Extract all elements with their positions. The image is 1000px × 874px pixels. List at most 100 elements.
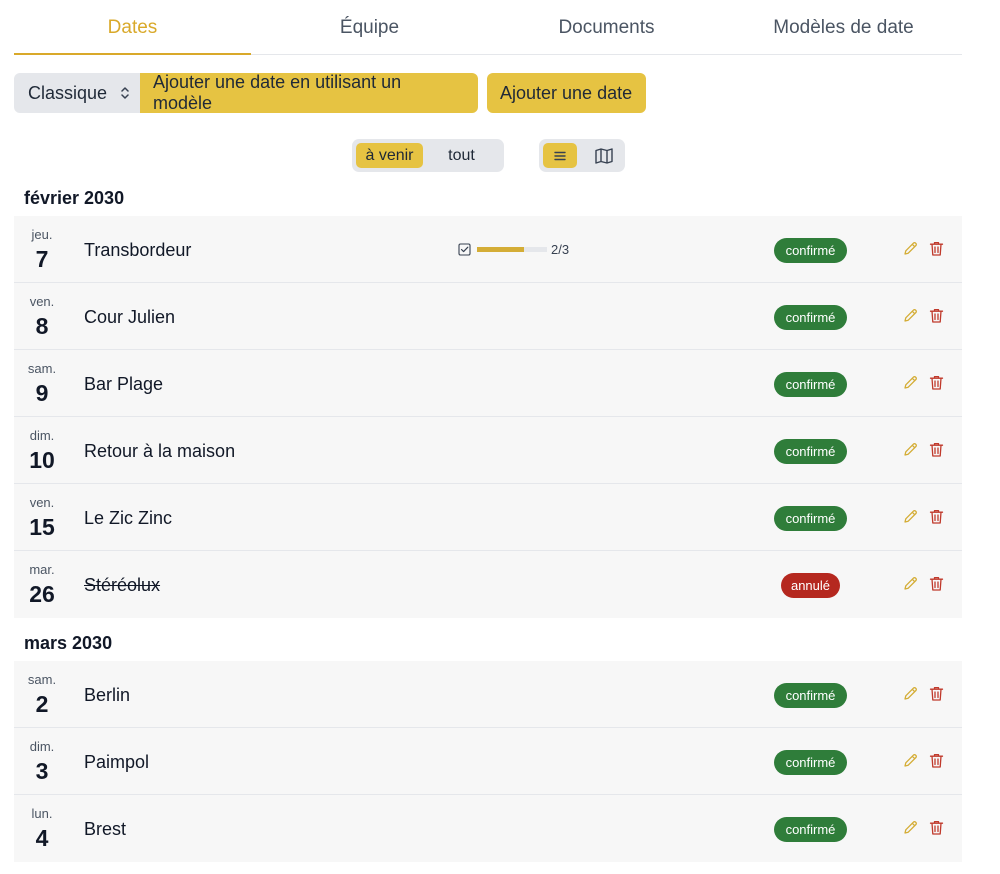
status-badge: annulé <box>781 573 840 598</box>
tab-bar: Dates Équipe Documents Modèles de date <box>14 0 962 55</box>
weekday-label: jeu. <box>31 227 53 242</box>
pencil-icon <box>904 577 917 590</box>
status-badge: confirmé <box>774 683 847 708</box>
date-row[interactable]: lun. 4 Brest confirmé <box>14 795 962 862</box>
date-row[interactable]: dim. 3 Paimpol confirmé <box>14 728 962 795</box>
weekday-label: lun. <box>31 806 53 821</box>
weekday-label: ven. <box>29 294 55 309</box>
month-heading: février 2030 <box>24 188 125 208</box>
status-badge: confirmé <box>774 506 847 531</box>
month-heading: mars 2030 <box>24 633 113 653</box>
edit-button[interactable] <box>902 307 919 324</box>
pencil-icon <box>904 821 917 834</box>
tab-team[interactable]: Équipe <box>251 0 488 54</box>
edit-button[interactable] <box>902 752 919 769</box>
venue-name: Berlin <box>84 685 131 705</box>
trash-icon <box>929 576 944 591</box>
list-icon <box>554 151 566 160</box>
trash-icon <box>929 686 944 701</box>
date-list: sam. 2 Berlin confirmé dim. 3 Paimpol confirmé l… <box>14 661 962 862</box>
delete-button[interactable] <box>928 752 945 769</box>
day-number: 9 <box>35 380 49 406</box>
venue-name: Le Zic Zinc <box>84 508 173 528</box>
weekday-label: mar. <box>29 562 55 577</box>
trash-icon <box>929 509 944 524</box>
delete-button[interactable] <box>928 307 945 324</box>
pencil-icon <box>904 510 917 523</box>
list-view-button[interactable] <box>543 143 577 168</box>
date-row[interactable]: dim. 10 Retour à la maison confirmé <box>14 417 962 484</box>
tab-dates[interactable]: Dates <box>14 0 251 55</box>
edit-button[interactable] <box>902 240 919 257</box>
pencil-icon <box>904 754 917 767</box>
date-row[interactable]: sam. 2 Berlin confirmé <box>14 661 962 728</box>
checklist-icon <box>458 242 471 256</box>
pencil-icon <box>904 687 917 700</box>
edit-button[interactable] <box>902 441 919 458</box>
day-number: 3 <box>35 758 49 784</box>
edit-button[interactable] <box>902 575 919 592</box>
status-badge: confirmé <box>774 372 847 397</box>
add-date-button[interactable]: Ajouter une date <box>487 73 646 113</box>
delete-button[interactable] <box>928 374 945 391</box>
day-number: 26 <box>29 581 55 607</box>
trash-icon <box>929 241 944 256</box>
day-number: 10 <box>29 447 55 473</box>
venue-name: Bar Plage <box>84 374 164 394</box>
date-row[interactable]: ven. 8 Cour Julien confirmé <box>14 283 962 350</box>
template-select[interactable]: Classique <box>14 73 140 113</box>
tab-documents[interactable]: Documents <box>488 0 725 54</box>
trash-icon <box>929 820 944 835</box>
delete-button[interactable] <box>928 240 945 257</box>
date-list: jeu. 7 Transbordeur 2/3 confirmé ven. 8 Cour Ju… <box>14 216 962 618</box>
venue-name: Brest <box>84 819 127 839</box>
edit-button[interactable] <box>902 685 919 702</box>
status-badge: confirmé <box>774 817 847 842</box>
pencil-icon <box>904 376 917 389</box>
venue-name: Cour Julien <box>84 307 176 327</box>
trash-icon <box>929 308 944 323</box>
status-badge: confirmé <box>774 439 847 464</box>
pencil-icon <box>904 309 917 322</box>
edit-button[interactable] <box>902 508 919 525</box>
venue-name: Paimpol <box>84 752 150 772</box>
date-row[interactable]: jeu. 7 Transbordeur 2/3 confirmé <box>14 216 962 283</box>
tab-date-templates[interactable]: Modèles de date <box>725 0 962 54</box>
weekday-label: ven. <box>29 495 55 510</box>
delete-button[interactable] <box>928 508 945 525</box>
weekday-label: sam. <box>27 361 57 376</box>
status-badge: confirmé <box>774 305 847 330</box>
trash-icon <box>929 375 944 390</box>
progress-fill <box>477 246 524 252</box>
toolbar: Classique Ajouter une date en utilisant … <box>14 72 646 113</box>
trash-icon <box>929 753 944 768</box>
venue-name: Stéréolux <box>84 575 161 595</box>
day-number: 7 <box>35 246 49 272</box>
day-number: 15 <box>29 514 55 540</box>
day-number: 8 <box>35 313 49 339</box>
date-row[interactable]: mar. 26 Stéréolux annulé <box>14 551 962 618</box>
delete-button[interactable] <box>928 575 945 592</box>
venue-name: Transbordeur <box>84 240 192 260</box>
edit-button[interactable] <box>902 819 919 836</box>
delete-button[interactable] <box>928 685 945 702</box>
weekday-label: dim. <box>29 739 55 754</box>
pencil-icon <box>904 443 917 456</box>
map-icon <box>595 147 613 164</box>
date-filter-toggle: à venir tout <box>352 139 504 172</box>
add-date-from-template-button[interactable]: Ajouter une date en utilisant un modèle <box>140 72 478 113</box>
delete-button[interactable] <box>928 441 945 458</box>
date-row[interactable]: ven. 15 Le Zic Zinc confirmé <box>14 484 962 551</box>
delete-button[interactable] <box>928 819 945 836</box>
progress-bar <box>477 246 547 252</box>
edit-button[interactable] <box>902 374 919 391</box>
pencil-icon <box>904 242 917 255</box>
venue-name: Retour à la maison <box>84 441 236 461</box>
progress-count: 2/3 <box>551 241 570 257</box>
checklist-progress: 2/3 <box>458 241 569 257</box>
map-view-button[interactable] <box>587 143 621 168</box>
filter-upcoming-button[interactable]: à venir <box>356 143 423 168</box>
date-row[interactable]: sam. 9 Bar Plage confirmé <box>14 350 962 417</box>
trash-icon <box>929 442 944 457</box>
filter-all-button[interactable]: tout <box>423 143 500 168</box>
